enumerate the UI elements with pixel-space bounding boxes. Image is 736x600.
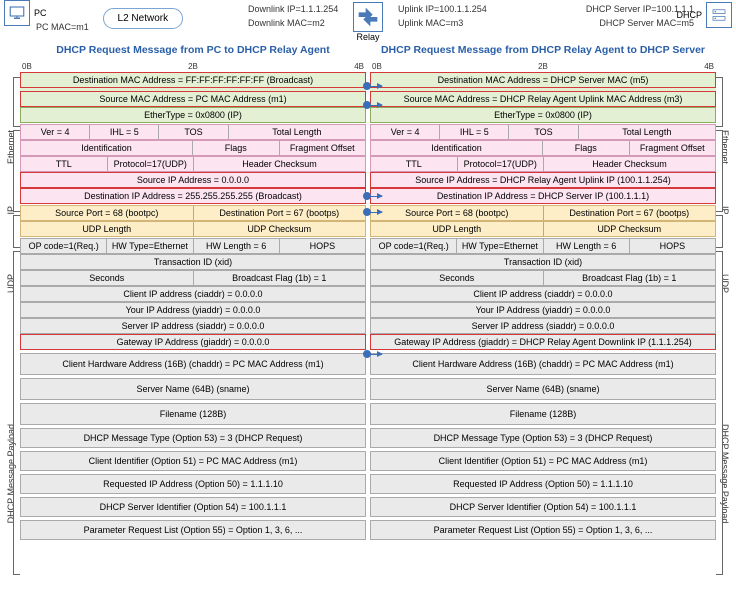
opt50-r: Requested IP Address (Option 50) = 1.1.1… [370,474,716,494]
uplink-mac: Uplink MAC=m3 [398,18,463,28]
ip-row1-r: Ver = 4IHL = 5TOSTotal Length [370,124,716,140]
connector-dot [363,350,371,358]
udp-ports: Source Port = 68 (bootpc)Destination Por… [20,205,366,221]
ip-row3-r: TTLProtocol=17(UDP)Header Checksum [370,156,716,172]
udp-ports-r: Source Port = 68 (bootpc)Destination Por… [370,205,716,221]
udp-section-r: Source Port = 68 (bootpc)Destination Por… [370,205,716,237]
ciaddr-r: Client IP address (ciaddr) = 0.0.0.0 [370,286,716,302]
relay-label: Relay [356,32,379,42]
payload-row1: OP code=1(Req.)HW Type=EthernetHW Length… [20,238,366,254]
yiaddr: Your IP Address (yiaddr) = 0.0.0.0 [20,302,366,318]
opt51: Client Identifier (Option 51) = PC MAC A… [20,451,366,471]
downlink-ip: Downlink IP=1.1.1.254 [248,4,338,14]
eth-dst: Destination MAC Address = FF:FF:FF:FF:FF… [20,72,366,88]
seconds-flags-r: SecondsBroadcast Flag (1b) = 1 [370,270,716,286]
payload-row1-r: OP code=1(Req.)HW Type=EthernetHW Length… [370,238,716,254]
seconds-flags: SecondsBroadcast Flag (1b) = 1 [20,270,366,286]
connector-dot [363,101,371,109]
opt54-r: DHCP Server Identifier (Option 54) = 100… [370,497,716,517]
ip-src: Source IP Address = 0.0.0.0 [20,172,366,188]
byte-ruler: 0B2B4B [20,62,366,71]
connector-dot [363,208,371,216]
eth-src-r: Source MAC Address = DHCP Relay Agent Up… [370,91,716,107]
downlink-mac: Downlink MAC=m2 [248,18,325,28]
ip-dst: Destination IP Address = 255.255.255.255… [20,188,366,204]
connector-dot [363,82,371,90]
opt53-r: DHCP Message Type (Option 53) = 3 (DHCP … [370,428,716,448]
relay-icon [353,2,383,32]
udp-len: UDP LengthUDP Checksum [20,221,366,237]
uplink-ip: Uplink IP=100.1.1.254 [398,4,487,14]
xid-r: Transaction ID (xid) [370,254,716,270]
udp-len-r: UDP LengthUDP Checksum [370,221,716,237]
opt55-r: Parameter Request List (Option 55) = Opt… [370,520,716,540]
yiaddr-r: Your IP Address (yiaddr) = 0.0.0.0 [370,302,716,318]
ethernet-section: Destination MAC Address = FF:FF:FF:FF:FF… [20,72,366,123]
payload-section-r: OP code=1(Req.)HW Type=EthernetHW Length… [370,238,716,540]
ip-row3: TTLProtocol=17(UDP)Header Checksum [20,156,366,172]
opt54: DHCP Server Identifier (Option 54) = 100… [20,497,366,517]
payload-section: OP code=1(Req.)HW Type=EthernetHW Length… [20,238,366,540]
ciaddr: Client IP address (ciaddr) = 0.0.0.0 [20,286,366,302]
siaddr-r: Server IP address (siaddr) = 0.0.0.0 [370,318,716,334]
top-bar: PC PC MAC=m1 L2 Network Downlink IP=1.1.… [0,0,736,40]
filename-r: Filename (128B) [370,403,716,425]
ip-dst-r: Destination IP Address = DHCP Server IP … [370,188,716,204]
ip-src-r: Source IP Address = DHCP Relay Agent Upl… [370,172,716,188]
right-title: DHCP Request Message from DHCP Relay Age… [370,44,716,56]
dhcp-label: DHCP [676,10,702,20]
pc-label: PC [34,8,47,18]
l2-network-label: L2 Network [103,8,184,29]
opt53: DHCP Message Type (Option 53) = 3 (DHCP … [20,428,366,448]
byte-ruler-r: 0B2B4B [370,62,716,71]
eth-dst-r: Destination MAC Address = DHCP Server MA… [370,72,716,88]
opt51-r: Client Identifier (Option 51) = PC MAC A… [370,451,716,471]
siaddr: Server IP address (siaddr) = 0.0.0.0 [20,318,366,334]
chaddr-r: Client Hardware Address (16B) (chaddr) =… [370,353,716,375]
chaddr: Client Hardware Address (16B) (chaddr) =… [20,353,366,375]
giaddr: Gateway IP Address (giaddr) = 0.0.0.0 [20,334,366,350]
left-title: DHCP Request Message from PC to DHCP Rel… [20,44,366,56]
opt50: Requested IP Address (Option 50) = 1.1.1… [20,474,366,494]
filename: Filename (128B) [20,403,366,425]
ip-row2-r: IdentificationFlagsFragment Offset [370,140,716,156]
sname-r: Server Name (64B) (sname) [370,378,716,400]
ip-row1: Ver = 4IHL = 5TOSTotal Length [20,124,366,140]
eth-type: EtherType = 0x0800 (IP) [20,107,366,123]
giaddr-r: Gateway IP Address (giaddr) = DHCP Relay… [370,334,716,350]
udp-section: Source Port = 68 (bootpc)Destination Por… [20,205,366,237]
pc-mac: PC MAC=m1 [36,22,89,32]
ip-section: Ver = 4IHL = 5TOSTotal Length Identifica… [20,124,366,204]
opt55: Parameter Request List (Option 55) = Opt… [20,520,366,540]
connector-dot [363,192,371,200]
ip-section-r: Ver = 4IHL = 5TOSTotal Length Identifica… [370,124,716,204]
eth-src: Source MAC Address = PC MAC Address (m1) [20,91,366,107]
ip-row2: IdentificationFlagsFragment Offset [20,140,366,156]
ethernet-section-r: Destination MAC Address = DHCP Server MA… [370,72,716,123]
eth-type-r: EtherType = 0x0800 (IP) [370,107,716,123]
dhcp-server-icon [706,2,732,28]
sname: Server Name (64B) (sname) [20,378,366,400]
pc-icon [4,0,30,26]
xid: Transaction ID (xid) [20,254,366,270]
